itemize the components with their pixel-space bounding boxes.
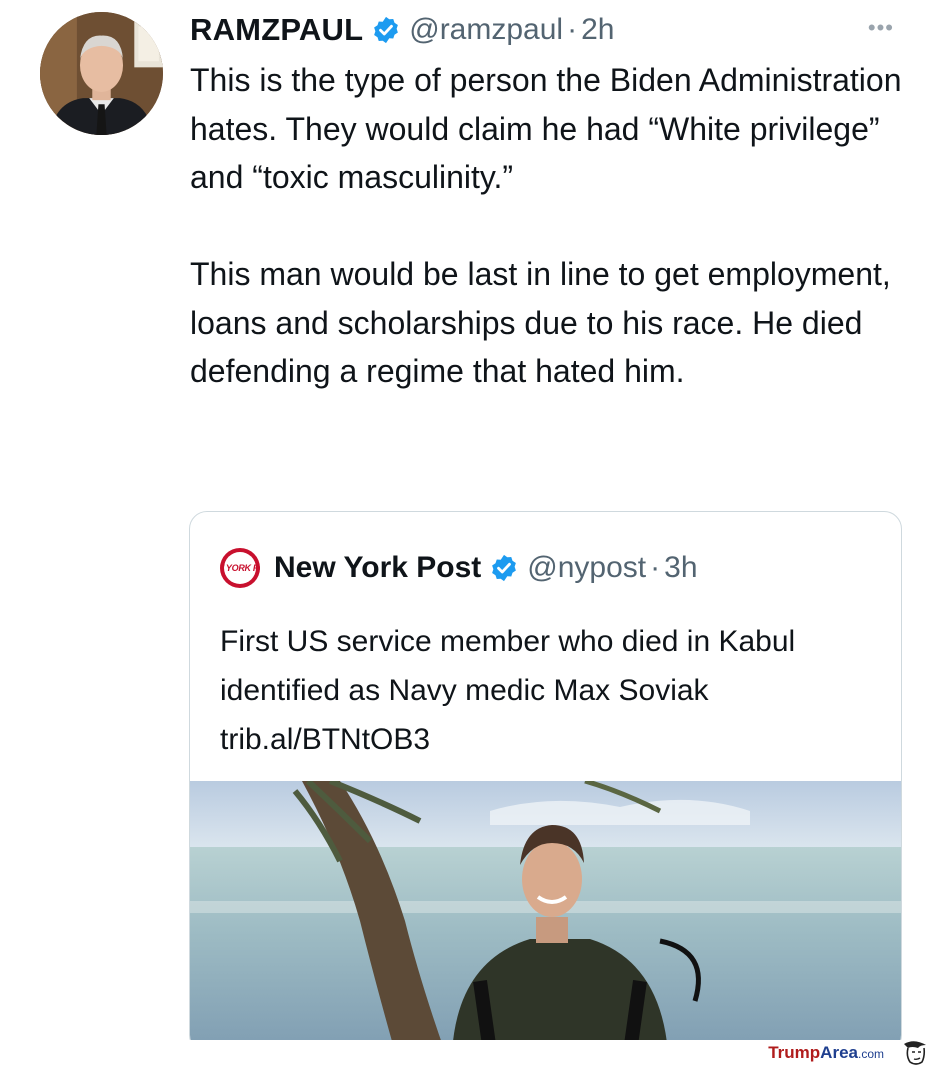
quoted-tweet-header: NEW YORK POST New York Post @nypost · 3h bbox=[220, 548, 698, 588]
nypost-logo-text: NEW YORK POST bbox=[220, 552, 260, 584]
watermark-part-com: .com bbox=[857, 1047, 884, 1061]
tweet-text: This is the type of person the Biden Adm… bbox=[190, 56, 910, 396]
quoted-tweet-timestamp[interactable]: 3h bbox=[664, 551, 697, 585]
meta-separator: · bbox=[650, 551, 661, 584]
watermark-face-icon bbox=[898, 1040, 932, 1066]
watermark-part-area: Area bbox=[820, 1043, 858, 1062]
watermark-text: TrumpArea.com bbox=[768, 1043, 884, 1063]
quoted-author-display-name[interactable]: New York Post bbox=[274, 551, 481, 585]
tweet-header: RAMZPAUL @ramzpaul · 2h bbox=[190, 10, 614, 50]
quoted-tweet-card[interactable]: NEW YORK POST New York Post @nypost · 3h… bbox=[189, 511, 902, 1053]
nypost-logo-avatar[interactable]: NEW YORK POST bbox=[220, 548, 260, 588]
quoted-tweet-text: First US service member who died in Kabu… bbox=[220, 625, 796, 756]
author-avatar[interactable] bbox=[40, 12, 163, 135]
site-watermark: TrumpArea.com bbox=[0, 1040, 940, 1066]
quoted-tweet-photo[interactable] bbox=[190, 781, 901, 1052]
quoted-author-handle[interactable]: @nypost bbox=[527, 551, 646, 585]
author-avatar-image bbox=[40, 12, 163, 135]
author-handle[interactable]: @ramzpaul bbox=[409, 13, 563, 47]
author-display-name[interactable]: RAMZPAUL bbox=[190, 12, 363, 48]
verified-badge-icon bbox=[371, 15, 401, 45]
verified-badge-icon bbox=[489, 553, 519, 583]
beach-photo-image bbox=[190, 781, 901, 1052]
watermark-part-trump: Trump bbox=[768, 1043, 821, 1062]
tweet: RAMZPAUL @ramzpaul · 2h ••• This is the … bbox=[0, 0, 940, 1053]
tweet-timestamp[interactable]: 2h bbox=[581, 13, 614, 47]
more-icon[interactable]: ••• bbox=[868, 17, 894, 39]
meta-separator: · bbox=[567, 13, 578, 46]
tweet-paragraph: This is the type of person the Biden Adm… bbox=[190, 62, 902, 195]
tweet-paragraph: This man would be last in line to get em… bbox=[190, 256, 891, 389]
